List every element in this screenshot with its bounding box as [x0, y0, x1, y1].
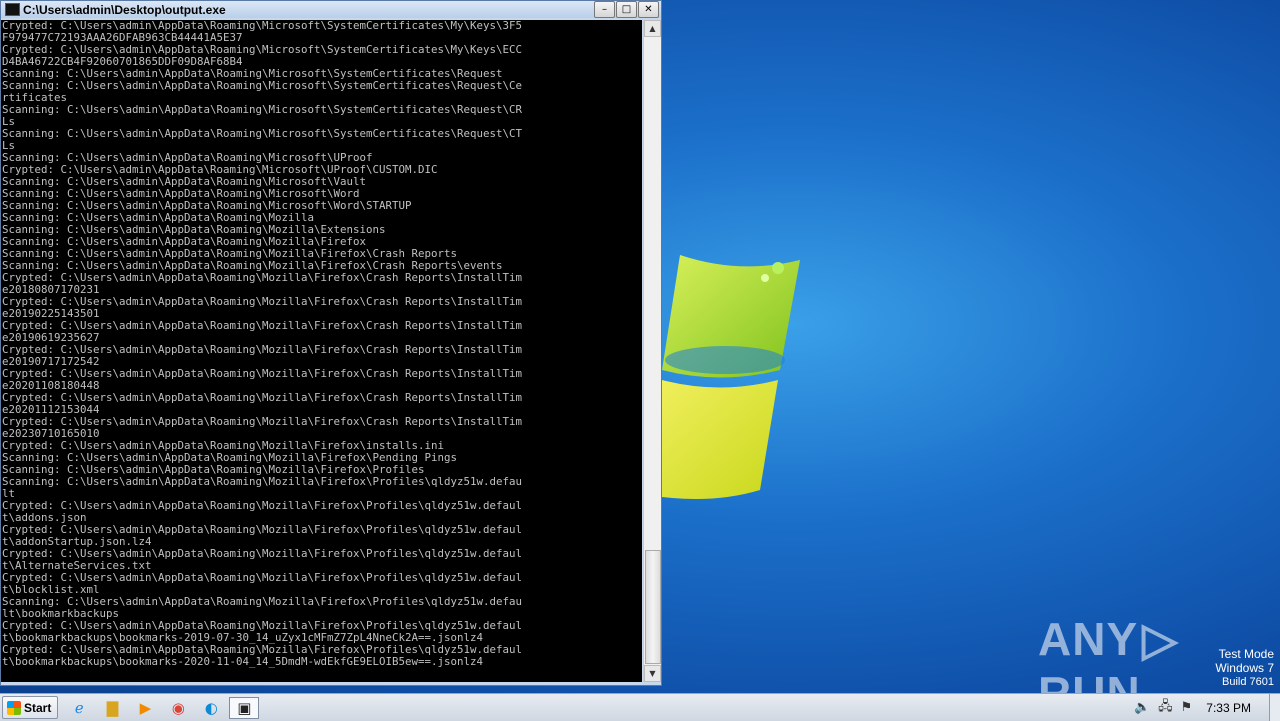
show-desktop-button[interactable]	[1269, 694, 1280, 721]
play-icon: ▷	[1142, 613, 1179, 665]
scroll-down-arrow[interactable]: ▼	[644, 665, 661, 682]
speaker-icon[interactable]: 🔈	[1134, 700, 1150, 715]
console-window[interactable]: C:\Users\admin\Desktop\output.exe – □ ✕ …	[0, 0, 662, 686]
media-player-icon[interactable]: ▶	[133, 698, 157, 718]
console-output[interactable]: Crypted: C:\Users\admin\AppData\Roaming\…	[1, 20, 642, 682]
clock[interactable]: 7:33 PM	[1206, 701, 1251, 715]
test-mode-notice: Test Mode Windows 7 Build 7601	[1215, 647, 1274, 689]
edge-icon[interactable]: ◐	[199, 698, 223, 718]
windows-flag-icon	[7, 700, 21, 715]
console-line: t\bookmarkbackups\bookmarks-2020-11-04_1…	[2, 655, 484, 668]
window-title: C:\Users\admin\Desktop\output.exe	[23, 2, 226, 17]
windows-logo-wallpaper	[648, 255, 800, 499]
ie-icon[interactable]: ℯ	[67, 698, 91, 718]
console-line: Scanning: C:\Users\admin\AppData\Roaming…	[2, 475, 523, 488]
title-bar[interactable]: C:\Users\admin\Desktop\output.exe – □ ✕	[1, 1, 661, 18]
scroll-up-arrow[interactable]: ▲	[644, 20, 661, 37]
maximize-button[interactable]: □	[616, 1, 637, 18]
taskbar: Start ℯ ▇ ▶ ◉ ◐ ▣ 🔈 🖧 ⚑ 7:33 PM	[0, 693, 1280, 721]
console-line: Scanning: C:\Users\admin\AppData\Roaming…	[2, 127, 523, 140]
start-label: Start	[24, 700, 52, 715]
console-line: Scanning: C:\Users\admin\AppData\Roaming…	[2, 79, 523, 92]
system-tray: 🔈 🖧 ⚑ 7:33 PM	[1130, 694, 1280, 721]
scrollbar-thumb[interactable]	[645, 550, 661, 664]
test-mode-line1: Test Mode	[1218, 647, 1274, 661]
minimize-button[interactable]: –	[594, 1, 615, 18]
flag-icon[interactable]: ⚑	[1181, 700, 1193, 715]
test-mode-line3: Build 7601	[1222, 676, 1274, 688]
console-line: Crypted: C:\Users\admin\AppData\Roaming\…	[2, 499, 523, 512]
console-icon[interactable]: ▣	[229, 696, 260, 719]
network-icon[interactable]: 🖧	[1158, 697, 1173, 719]
close-button[interactable]: ✕	[638, 1, 659, 18]
chrome-icon[interactable]: ◉	[166, 698, 190, 718]
console-app-icon[interactable]	[5, 3, 20, 16]
start-button[interactable]: Start	[2, 696, 59, 719]
test-mode-line2: Windows 7	[1215, 661, 1274, 675]
vertical-scrollbar[interactable]: ▲ ▼	[643, 20, 661, 682]
explorer-icon[interactable]: ▇	[100, 698, 124, 718]
console-line: Scanning: C:\Users\admin\AppData\Roaming…	[2, 103, 523, 116]
